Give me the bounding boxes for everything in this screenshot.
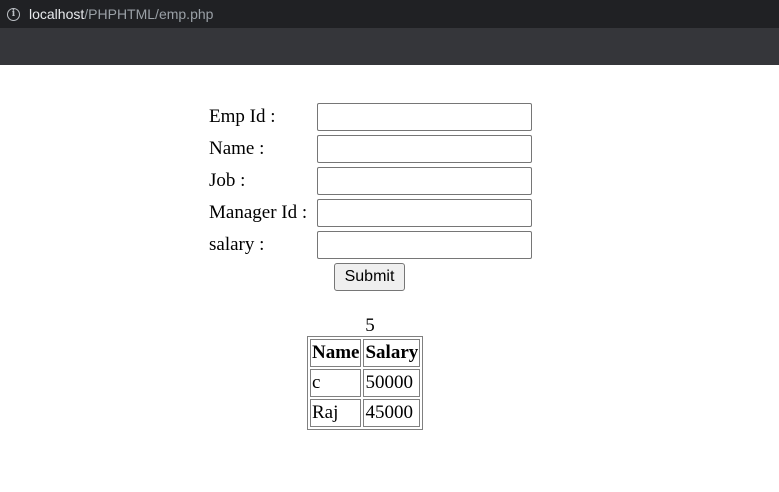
manager-id-label: Manager Id : [209, 202, 308, 223]
name-column-header: Name [310, 339, 362, 367]
name-input[interactable] [317, 135, 532, 163]
table-header-row: Name Salary [310, 339, 421, 367]
table-row: Raj 45000 [310, 399, 421, 427]
url-host: localhost [29, 6, 85, 22]
salary-input[interactable] [317, 231, 532, 259]
emp-id-row: Emp Id : [209, 103, 539, 131]
salary-column-header: Salary [363, 339, 421, 367]
manager-id-input[interactable] [317, 199, 532, 227]
name-row: Name : [209, 135, 539, 163]
salary-row: salary : [209, 231, 539, 259]
results-table: Name Salary c 50000 Raj 45000 [307, 336, 424, 430]
record-count: 5 [365, 315, 375, 336]
info-icon[interactable]: i [7, 7, 20, 21]
name-label: Name : [209, 138, 265, 159]
table-row: c 50000 [310, 369, 421, 397]
emp-id-label: Emp Id : [209, 106, 276, 127]
emp-id-input[interactable] [317, 103, 532, 131]
url-path: /PHPHTML/emp.php [84, 6, 214, 22]
salary-label: salary : [209, 234, 265, 255]
salary-cell: 45000 [363, 399, 421, 427]
manager-id-row: Manager Id : [209, 199, 539, 227]
job-label: Job : [209, 170, 246, 191]
job-row: Job : [209, 167, 539, 195]
salary-cell: 50000 [363, 369, 421, 397]
address-bar[interactable]: i localhost/PHPHTML/emp.php [0, 0, 779, 28]
name-cell: c [310, 369, 362, 397]
submit-button[interactable]: Submit [334, 263, 405, 291]
name-cell: Raj [310, 399, 362, 427]
browser-toolbar [0, 28, 779, 65]
job-input[interactable] [317, 167, 532, 195]
